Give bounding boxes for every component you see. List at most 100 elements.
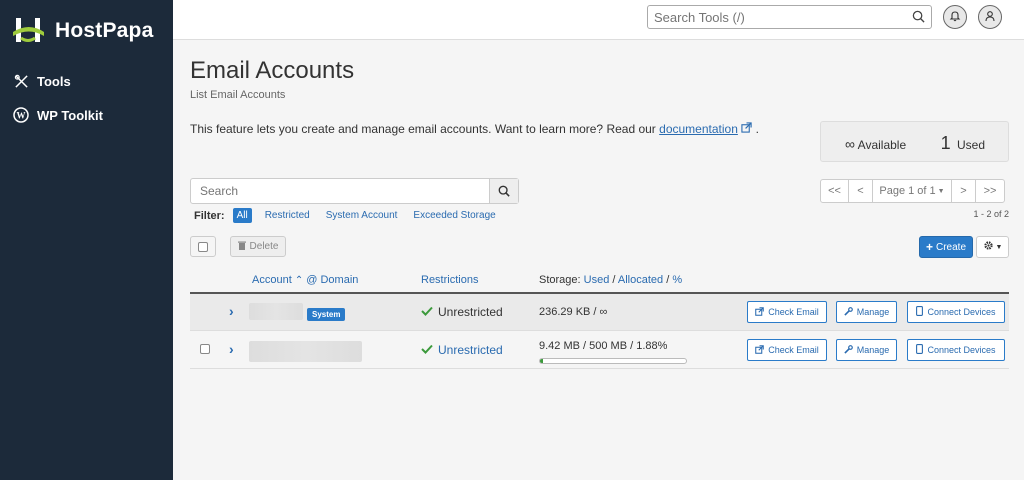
system-badge: System — [307, 308, 346, 321]
system-badge-wrap: System — [307, 306, 346, 321]
filter-exceeded-storage[interactable]: Exceeded Storage — [413, 210, 495, 221]
gear-icon — [983, 240, 994, 254]
page-subtitle: List Email Accounts — [190, 89, 286, 101]
account-search-input[interactable] — [191, 179, 481, 203]
select-all-checkbox[interactable] — [190, 236, 216, 257]
sort-up-icon: ⌃ — [294, 275, 304, 286]
manage-button[interactable]: Manage — [836, 339, 897, 361]
delete-label: Delete — [249, 241, 279, 252]
account-header-label: Account — [252, 274, 292, 286]
svg-text:W: W — [17, 111, 26, 121]
external-link-icon — [755, 344, 765, 356]
tools-icon — [13, 73, 29, 89]
plus-icon: + — [925, 240, 933, 254]
storage-allocated-sort[interactable]: Allocated — [618, 274, 663, 286]
restriction-link[interactable]: Unrestricted — [438, 343, 503, 357]
intro-sentence: This feature lets you create and manage … — [190, 122, 656, 136]
table-row: › System Unrestricted 236.29 KB / ∞ Chec… — [190, 294, 1009, 331]
filter-label: Filter: — [194, 209, 225, 222]
account-column-header[interactable]: Account ⌃ @ Domain — [252, 274, 358, 286]
sidebar: HostPapa Tools W WP Toolkit — [0, 0, 173, 480]
manage-label: Manage — [856, 307, 890, 317]
table-row: › Unrestricted 9.42 MB / 500 MB / 1.88% … — [190, 332, 1009, 369]
pagination: << < Page 1 of 1 ▼ > >> — [820, 179, 1005, 203]
storage-header-prefix: Storage: — [539, 274, 581, 286]
main-content: Email Accounts List Email Accounts This … — [173, 41, 1024, 480]
manage-button[interactable]: Manage — [836, 301, 897, 323]
sidebar-item-wp-toolkit[interactable]: W WP Toolkit — [0, 98, 173, 132]
sidebar-item-tools[interactable]: Tools — [0, 64, 173, 98]
first-page-button[interactable]: << — [820, 179, 849, 203]
delete-button[interactable]: Delete — [230, 236, 286, 257]
manage-label: Manage — [856, 345, 890, 355]
connect-devices-button[interactable]: Connect Devices — [907, 301, 1005, 323]
create-label: Create — [936, 241, 967, 253]
search-icon — [498, 185, 510, 197]
check-email-button[interactable]: Check Email — [747, 301, 827, 323]
check-icon — [421, 343, 433, 357]
storage-percent-sort[interactable]: % — [672, 274, 682, 286]
row-checkbox[interactable] — [200, 344, 210, 354]
check-email-label: Check Email — [768, 307, 819, 317]
connect-devices-button[interactable]: Connect Devices — [907, 339, 1005, 361]
results-count: 1 - 2 of 2 — [973, 209, 1009, 219]
caret-down-icon: ▼ — [937, 187, 945, 195]
page-title: Email Accounts — [190, 57, 355, 84]
create-button[interactable]: + Create — [919, 236, 973, 258]
filter-all[interactable]: All — [232, 208, 252, 223]
notifications-button[interactable] — [943, 5, 967, 29]
search-button[interactable] — [489, 179, 518, 203]
page-select[interactable]: Page 1 of 1 ▼ — [872, 179, 952, 203]
filter-system-account[interactable]: System Account — [326, 210, 398, 221]
check-icon — [421, 305, 433, 319]
used-count: 1 — [940, 133, 951, 153]
account-search — [190, 178, 519, 204]
next-page-button[interactable]: > — [951, 179, 976, 203]
checkbox — [200, 344, 210, 354]
user-menu-button[interactable] — [978, 5, 1002, 29]
table-header: Account ⌃ @ Domain Restrictions Storage:… — [190, 266, 1009, 294]
caret-down-icon: ▼ — [995, 243, 1003, 251]
expand-row-icon[interactable]: › — [229, 341, 234, 357]
hostpapa-logo-icon — [13, 16, 45, 46]
storage-usage: 9.42 MB / 500 MB / 1.88% — [539, 340, 668, 352]
prev-page-button[interactable]: < — [848, 179, 873, 203]
storage-progress-fill — [540, 359, 543, 363]
mobile-icon — [916, 306, 924, 318]
wrench-icon — [844, 306, 853, 318]
tool-search — [647, 5, 932, 29]
intro-text: This feature lets you create and manage … — [190, 122, 759, 136]
external-link-icon — [741, 122, 755, 136]
used-stat: 1 Used — [941, 133, 985, 154]
restrictions-column-header[interactable]: Restrictions — [421, 274, 478, 286]
last-page-button[interactable]: >> — [975, 179, 1005, 203]
restriction-status: Unrestricted — [421, 305, 503, 319]
logo[interactable]: HostPapa — [0, 0, 173, 62]
storage-column-header: Storage: Used / Allocated / % — [539, 274, 683, 286]
domain-header-label: @ Domain — [306, 274, 359, 286]
search-icon[interactable] — [912, 10, 926, 24]
restriction-status: Unrestricted — [421, 343, 503, 357]
filter-bar: Filter: All Restricted System Account Ex… — [194, 208, 512, 223]
tool-search-input[interactable] — [648, 6, 898, 28]
filter-restricted[interactable]: Restricted — [265, 210, 310, 221]
wordpress-icon: W — [13, 107, 29, 123]
account-stats: ∞ Available 1 Used — [820, 121, 1009, 162]
expand-row-icon[interactable]: › — [229, 303, 234, 319]
sidebar-item-label: Tools — [37, 73, 71, 89]
storage-used-sort[interactable]: Used — [584, 274, 610, 286]
account-name-redacted — [249, 303, 303, 320]
wrench-icon — [844, 344, 853, 356]
user-icon — [984, 10, 996, 25]
connect-devices-label: Connect Devices — [927, 307, 996, 317]
connect-devices-label: Connect Devices — [927, 345, 996, 355]
used-label: Used — [956, 138, 985, 152]
brand-name: HostPapa — [55, 19, 154, 42]
available-label: Available — [857, 138, 907, 152]
trash-icon — [237, 241, 246, 253]
checkbox — [198, 241, 208, 252]
settings-dropdown-button[interactable]: ▼ — [976, 236, 1009, 258]
check-email-button[interactable]: Check Email — [747, 339, 827, 361]
documentation-link[interactable]: documentation — [659, 122, 738, 136]
intro-end: . — [755, 122, 759, 136]
